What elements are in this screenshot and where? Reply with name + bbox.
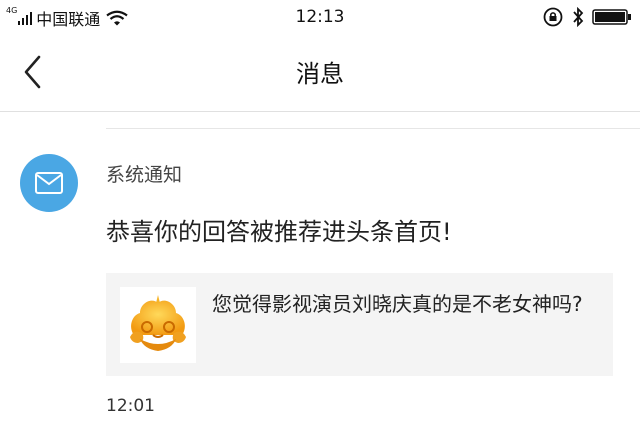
nav-bar: 消息 (0, 40, 640, 106)
battery-icon (592, 9, 631, 25)
list-divider (106, 128, 640, 129)
nav-divider (0, 111, 640, 112)
message-sender: 系统通知 (106, 164, 183, 186)
status-right (542, 6, 632, 28)
envelope-icon (35, 172, 63, 194)
golden-cloud-logo (130, 295, 186, 351)
bluetooth-icon (573, 7, 584, 27)
status-bar: 4G 中国联通 12:13 (0, 0, 640, 34)
card-question: 您觉得影视演员刘晓庆真的是不老女神吗? (212, 292, 583, 316)
question-card[interactable]: 您觉得影视演员刘晓庆真的是不老女神吗? (106, 273, 613, 376)
avatar (20, 154, 78, 212)
card-thumbnail (120, 287, 196, 363)
rotation-lock-icon (543, 7, 563, 27)
message-text: 恭喜你的回答被推荐进头条首页! (106, 218, 452, 246)
message-time: 12:01 (106, 396, 155, 416)
page-title: 消息 (296, 60, 344, 88)
